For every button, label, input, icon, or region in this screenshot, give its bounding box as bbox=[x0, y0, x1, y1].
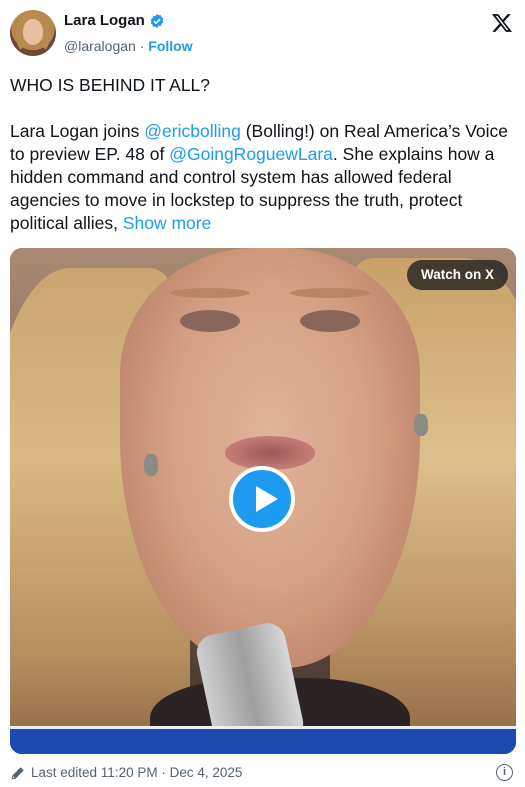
tweet-header: Lara Logan @laralogan · Follow bbox=[10, 10, 515, 60]
video-frame-face bbox=[120, 248, 420, 668]
author-handle[interactable]: @laralogan bbox=[64, 38, 136, 54]
verified-badge-icon bbox=[150, 13, 164, 28]
video-bottom-bar bbox=[10, 726, 516, 754]
separator-dot: · bbox=[139, 38, 145, 54]
author-name-row: Lara Logan bbox=[64, 12, 165, 29]
watch-on-x-button[interactable]: Watch on X bbox=[407, 260, 508, 290]
mention-goingroguewlara[interactable]: @GoingRoguewLara bbox=[169, 144, 333, 164]
info-icon[interactable]: i bbox=[496, 764, 513, 781]
tweet-footer: Last edited 11:20 PM · Dec 4, 2025 i bbox=[10, 764, 515, 784]
last-edited-text[interactable]: Last edited 11:20 PM · Dec 4, 2025 bbox=[31, 765, 242, 780]
post-body-text-1: Lara Logan joins bbox=[10, 121, 145, 141]
avatar[interactable] bbox=[10, 10, 56, 56]
author-name[interactable]: Lara Logan bbox=[64, 12, 145, 29]
follow-button[interactable]: Follow bbox=[148, 38, 192, 54]
show-more-link[interactable]: Show more bbox=[123, 213, 212, 233]
mention-ericbolling[interactable]: @ericbolling bbox=[144, 121, 241, 141]
play-icon[interactable] bbox=[229, 466, 295, 532]
post-headline: WHO IS BEHIND IT ALL? bbox=[10, 75, 211, 95]
video-player[interactable]: Watch on X bbox=[10, 248, 516, 754]
post-body: Lara Logan joins @ericbolling (Bolling!)… bbox=[10, 120, 515, 235]
pencil-icon bbox=[11, 767, 24, 780]
x-logo-icon[interactable] bbox=[491, 12, 513, 34]
author-handle-row: @laralogan · Follow bbox=[64, 38, 193, 54]
